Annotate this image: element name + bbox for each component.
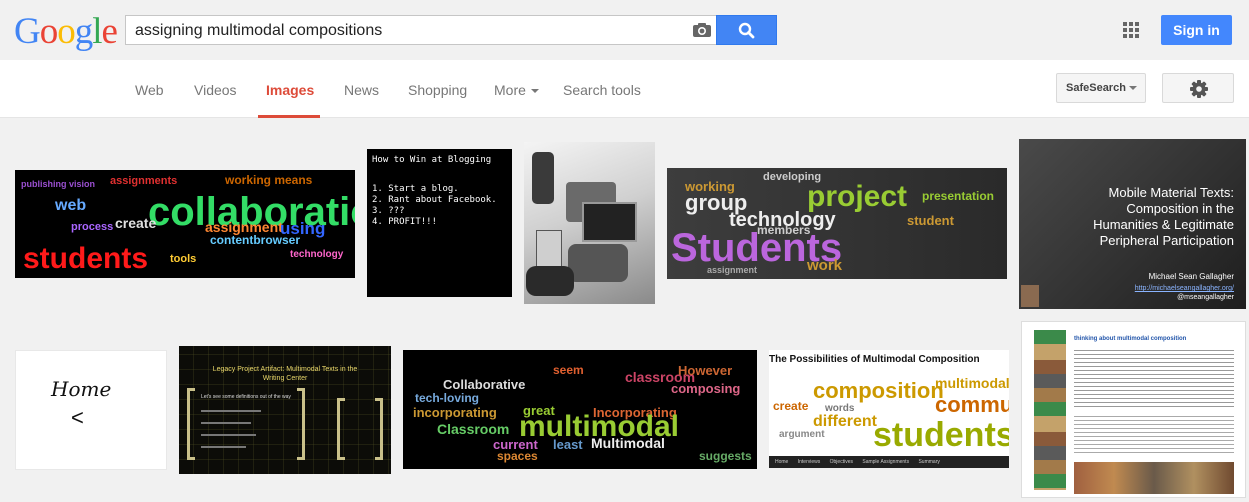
settings-button[interactable]	[1162, 73, 1234, 103]
slide-title-line: Composition in the	[1126, 201, 1234, 216]
result-image-mobile-material-texts[interactable]: Mobile Material Texts: Composition in th…	[1019, 139, 1246, 309]
tab-web[interactable]: Web	[135, 82, 164, 98]
result-image-gadgets-photo[interactable]	[524, 142, 655, 304]
slide-title-line: Mobile Material Texts:	[1108, 185, 1234, 200]
apps-grid-icon[interactable]	[1123, 22, 1140, 39]
google-logo[interactable]: Google	[14, 11, 118, 52]
result-image-multimodal-wordcloud[interactable]: Collaborative seem classroom However tec…	[403, 350, 757, 469]
slide-author: Michael Sean Gallagher	[1148, 272, 1234, 281]
blog-line: 3. ???	[372, 206, 405, 216]
result-image-thinking-about-multimodal[interactable]: thinking about multimodal composition	[1021, 321, 1246, 498]
blog-title: How to Win at Blogging	[372, 155, 492, 165]
legacy-subtitle: Let's see some definitions out of the wa…	[201, 394, 291, 400]
logo-letter: l	[92, 11, 102, 52]
tab-news[interactable]: News	[344, 82, 379, 98]
logo-letter: g	[74, 11, 93, 52]
slide-handle: @mseangallagher	[1177, 294, 1234, 301]
legacy-title-line: Writing Center	[262, 375, 308, 382]
home-label: Home	[51, 377, 112, 401]
possibilities-nav-item: Sample Assignments	[862, 459, 910, 465]
result-image-collaboration-wordcloud[interactable]: publishing vision assignments working me…	[15, 170, 355, 278]
legacy-title-line: Legacy Project Artifact: Multimodal Text…	[212, 366, 358, 373]
possibilities-nav-item: Objectives	[829, 459, 853, 465]
possibilities-nav-item: Home	[775, 459, 789, 465]
tab-videos[interactable]: Videos	[194, 82, 237, 98]
logo-letter: o	[57, 11, 75, 52]
home-arrow: <	[71, 405, 84, 430]
search-input[interactable]: assigning multimodal compositions	[125, 15, 717, 45]
result-image-possibilities-multimodal[interactable]: The Possibilities of Multimodal Composit…	[769, 350, 1009, 468]
slide-title-line: Peripheral Participation	[1099, 233, 1234, 248]
result-image-legacy-project-artifact[interactable]: Legacy Project Artifact: Multimodal Text…	[179, 346, 391, 474]
blog-line: 2. Rant about Facebook.	[372, 195, 497, 205]
safesearch-dropdown[interactable]: SafeSearch	[1056, 73, 1146, 103]
sign-in-button[interactable]: Sign in	[1161, 15, 1232, 45]
active-tab-indicator	[258, 115, 320, 118]
logo-letter: G	[14, 11, 41, 52]
nav-bar: Web Videos Images News Shopping More Sea…	[0, 60, 1249, 118]
search-query-text[interactable]: assigning multimodal compositions	[135, 22, 382, 40]
possibilities-title: The Possibilities of Multimodal Composit…	[769, 354, 980, 365]
result-image-how-to-win-at-blogging[interactable]: How to Win at Blogging 1. Start a blog. …	[367, 149, 512, 297]
tab-search-tools[interactable]: Search tools	[563, 82, 641, 98]
blog-line: 1. Start a blog.	[372, 184, 459, 194]
result-image-students-project-wordcloud[interactable]: working developing project group present…	[667, 168, 1007, 279]
possibilities-nav: Home Interviews Objectives Sample Assign…	[769, 456, 1009, 468]
search-button[interactable]	[716, 15, 777, 45]
result-image-home-sketch[interactable]: Home <	[15, 350, 167, 470]
chevron-down-icon	[1129, 86, 1137, 90]
top-bar: Google assigning multimodal compositions…	[0, 0, 1249, 60]
slide-url: http://michaelseangallagher.org/	[1134, 285, 1234, 292]
camera-icon[interactable]	[692, 22, 712, 38]
tab-shopping[interactable]: Shopping	[408, 82, 467, 98]
magnifier-icon	[738, 22, 755, 39]
avatar	[1021, 285, 1039, 307]
logo-letter: o	[39, 11, 58, 52]
gear-icon	[1190, 80, 1208, 98]
logo-letter: e	[101, 11, 118, 52]
safesearch-label: SafeSearch	[1066, 82, 1126, 94]
possibilities-nav-item: Summary	[918, 459, 940, 465]
thinking-title: thinking about multimodal composition	[1074, 336, 1187, 342]
tab-more[interactable]: More	[494, 82, 539, 98]
blog-line: 4. PROFIT!!!	[372, 217, 438, 227]
tab-images[interactable]: Images	[266, 82, 314, 98]
tab-more-label: More	[494, 82, 526, 98]
possibilities-nav-item: Interviews	[797, 459, 821, 465]
slide-title-line: Humanities & Legitimate	[1093, 217, 1234, 232]
chevron-down-icon	[530, 89, 539, 94]
